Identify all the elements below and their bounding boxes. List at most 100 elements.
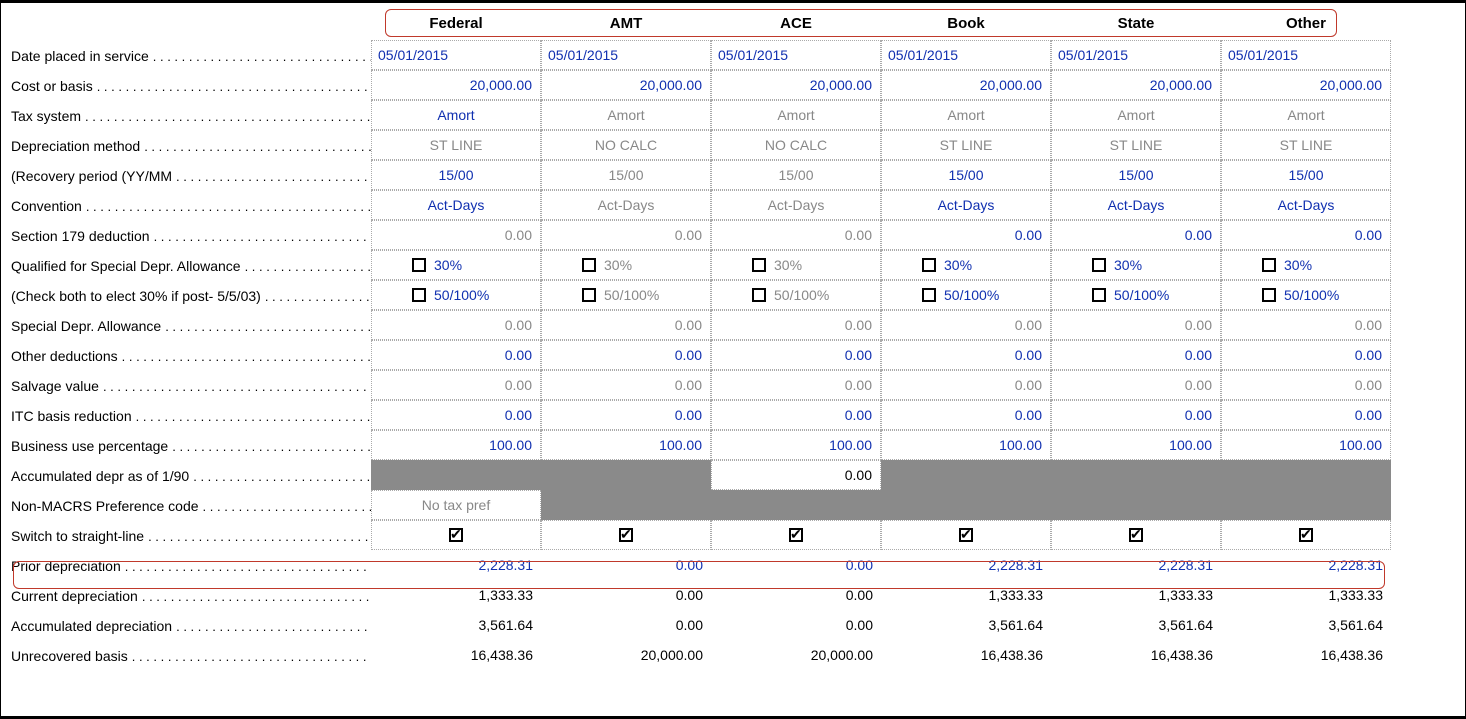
tax_system-cell-0[interactable]: Amort xyxy=(371,100,541,130)
cost_basis-cell-5[interactable]: 20,000.00 xyxy=(1221,70,1391,100)
check_both-cell-4[interactable]: 50/100% xyxy=(1051,280,1221,310)
check_both-checkbox-4[interactable] xyxy=(1092,288,1106,302)
itc_basis-cell-0[interactable]: 0.00 xyxy=(371,400,541,430)
bus_use-cell-3[interactable]: 100.00 xyxy=(881,430,1051,460)
check_both-cell-0[interactable]: 50/100% xyxy=(371,280,541,310)
qual_spec-checkbox-0[interactable] xyxy=(412,258,426,272)
other_ded-cell-2[interactable]: 0.00 xyxy=(711,340,881,370)
dep_method-cell-3[interactable]: ST LINE xyxy=(881,130,1051,160)
other_ded-cell-3[interactable]: 0.00 xyxy=(881,340,1051,370)
sec179-cell-5[interactable]: 0.00 xyxy=(1221,220,1391,250)
spec_allow-cell-5[interactable]: 0.00 xyxy=(1221,310,1391,340)
spec_allow-cell-0[interactable]: 0.00 xyxy=(371,310,541,340)
check_both-checkbox-3[interactable] xyxy=(922,288,936,302)
check_both-checkbox-5[interactable] xyxy=(1262,288,1276,302)
recovery-cell-0[interactable]: 15/00 xyxy=(371,160,541,190)
convention-cell-2[interactable]: Act-Days xyxy=(711,190,881,220)
salvage-cell-1[interactable]: 0.00 xyxy=(541,370,711,400)
bus_use-cell-0[interactable]: 100.00 xyxy=(371,430,541,460)
qual_spec-checkbox-2[interactable] xyxy=(752,258,766,272)
bus_use-cell-5[interactable]: 100.00 xyxy=(1221,430,1391,460)
sec179-cell-4[interactable]: 0.00 xyxy=(1051,220,1221,250)
dep_method-cell-4[interactable]: ST LINE xyxy=(1051,130,1221,160)
other_ded-cell-0[interactable]: 0.00 xyxy=(371,340,541,370)
switch_sl-cell-3[interactable] xyxy=(881,520,1051,550)
qual_spec-cell-2[interactable]: 30% xyxy=(711,250,881,280)
salvage-cell-2[interactable]: 0.00 xyxy=(711,370,881,400)
cost_basis-cell-1[interactable]: 20,000.00 xyxy=(541,70,711,100)
spec_allow-cell-1[interactable]: 0.00 xyxy=(541,310,711,340)
qual_spec-checkbox-1[interactable] xyxy=(582,258,596,272)
qual_spec-cell-3[interactable]: 30% xyxy=(881,250,1051,280)
cost_basis-cell-3[interactable]: 20,000.00 xyxy=(881,70,1051,100)
cost_basis-cell-4[interactable]: 20,000.00 xyxy=(1051,70,1221,100)
qual_spec-checkbox-5[interactable] xyxy=(1262,258,1276,272)
switch_sl-checkbox-0[interactable] xyxy=(449,528,463,542)
switch_sl-cell-0[interactable] xyxy=(371,520,541,550)
date_placed-cell-2[interactable]: 05/01/2015 xyxy=(711,40,881,70)
date_placed-cell-3[interactable]: 05/01/2015 xyxy=(881,40,1051,70)
check_both-cell-2[interactable]: 50/100% xyxy=(711,280,881,310)
bus_use-cell-4[interactable]: 100.00 xyxy=(1051,430,1221,460)
dep_method-cell-5[interactable]: ST LINE xyxy=(1221,130,1391,160)
recovery-cell-3[interactable]: 15/00 xyxy=(881,160,1051,190)
qual_spec-cell-4[interactable]: 30% xyxy=(1051,250,1221,280)
qual_spec-cell-1[interactable]: 30% xyxy=(541,250,711,280)
tax_system-cell-3[interactable]: Amort xyxy=(881,100,1051,130)
itc_basis-cell-3[interactable]: 0.00 xyxy=(881,400,1051,430)
switch_sl-cell-5[interactable] xyxy=(1221,520,1391,550)
sec179-cell-0[interactable]: 0.00 xyxy=(371,220,541,250)
convention-cell-4[interactable]: Act-Days xyxy=(1051,190,1221,220)
itc_basis-cell-1[interactable]: 0.00 xyxy=(541,400,711,430)
non_macrs-cell-0[interactable]: No tax pref xyxy=(371,490,541,520)
date_placed-cell-1[interactable]: 05/01/2015 xyxy=(541,40,711,70)
salvage-cell-5[interactable]: 0.00 xyxy=(1221,370,1391,400)
sec179-cell-1[interactable]: 0.00 xyxy=(541,220,711,250)
convention-cell-1[interactable]: Act-Days xyxy=(541,190,711,220)
date_placed-cell-0[interactable]: 05/01/2015 xyxy=(371,40,541,70)
itc_basis-cell-2[interactable]: 0.00 xyxy=(711,400,881,430)
switch_sl-checkbox-1[interactable] xyxy=(619,528,633,542)
salvage-cell-3[interactable]: 0.00 xyxy=(881,370,1051,400)
switch_sl-cell-4[interactable] xyxy=(1051,520,1221,550)
sec179-cell-3[interactable]: 0.00 xyxy=(881,220,1051,250)
bus_use-cell-1[interactable]: 100.00 xyxy=(541,430,711,460)
cost_basis-cell-2[interactable]: 20,000.00 xyxy=(711,70,881,100)
switch_sl-checkbox-2[interactable] xyxy=(789,528,803,542)
dep_method-cell-0[interactable]: ST LINE xyxy=(371,130,541,160)
tax_system-cell-2[interactable]: Amort xyxy=(711,100,881,130)
qual_spec-checkbox-3[interactable] xyxy=(922,258,936,272)
spec_allow-cell-3[interactable]: 0.00 xyxy=(881,310,1051,340)
other_ded-cell-1[interactable]: 0.00 xyxy=(541,340,711,370)
recovery-cell-5[interactable]: 15/00 xyxy=(1221,160,1391,190)
spec_allow-cell-4[interactable]: 0.00 xyxy=(1051,310,1221,340)
other_ded-cell-5[interactable]: 0.00 xyxy=(1221,340,1391,370)
sec179-cell-2[interactable]: 0.00 xyxy=(711,220,881,250)
check_both-checkbox-0[interactable] xyxy=(412,288,426,302)
switch_sl-checkbox-3[interactable] xyxy=(959,528,973,542)
qual_spec-cell-0[interactable]: 30% xyxy=(371,250,541,280)
convention-cell-3[interactable]: Act-Days xyxy=(881,190,1051,220)
tax_system-cell-1[interactable]: Amort xyxy=(541,100,711,130)
switch_sl-checkbox-4[interactable] xyxy=(1129,528,1143,542)
recovery-cell-4[interactable]: 15/00 xyxy=(1051,160,1221,190)
recovery-cell-1[interactable]: 15/00 xyxy=(541,160,711,190)
dep_method-cell-1[interactable]: NO CALC xyxy=(541,130,711,160)
itc_basis-cell-4[interactable]: 0.00 xyxy=(1051,400,1221,430)
tax_system-cell-5[interactable]: Amort xyxy=(1221,100,1391,130)
switch_sl-cell-1[interactable] xyxy=(541,520,711,550)
dep_method-cell-2[interactable]: NO CALC xyxy=(711,130,881,160)
switch_sl-cell-2[interactable] xyxy=(711,520,881,550)
cost_basis-cell-0[interactable]: 20,000.00 xyxy=(371,70,541,100)
switch_sl-checkbox-5[interactable] xyxy=(1299,528,1313,542)
tax_system-cell-4[interactable]: Amort xyxy=(1051,100,1221,130)
itc_basis-cell-5[interactable]: 0.00 xyxy=(1221,400,1391,430)
check_both-cell-5[interactable]: 50/100% xyxy=(1221,280,1391,310)
spec_allow-cell-2[interactable]: 0.00 xyxy=(711,310,881,340)
qual_spec-checkbox-4[interactable] xyxy=(1092,258,1106,272)
check_both-checkbox-1[interactable] xyxy=(582,288,596,302)
check_both-cell-3[interactable]: 50/100% xyxy=(881,280,1051,310)
convention-cell-0[interactable]: Act-Days xyxy=(371,190,541,220)
convention-cell-5[interactable]: Act-Days xyxy=(1221,190,1391,220)
other_ded-cell-4[interactable]: 0.00 xyxy=(1051,340,1221,370)
